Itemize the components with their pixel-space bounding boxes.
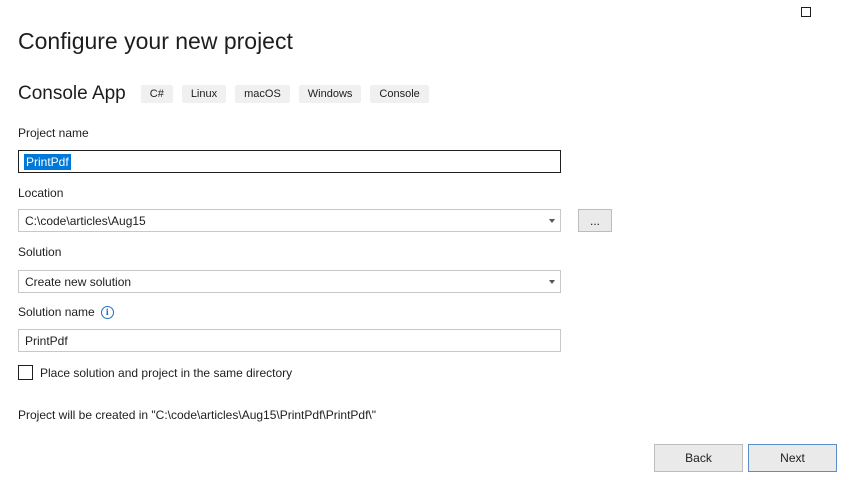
- template-summary: Console App C# Linux macOS Windows Conso…: [18, 82, 438, 106]
- solution-name-value: PrintPdf: [25, 333, 68, 348]
- solution-name-label-row: Solution name i: [18, 305, 114, 319]
- location-label: Location: [18, 186, 64, 200]
- project-path-info: Project will be created in "C:\code\arti…: [18, 408, 377, 422]
- solution-label: Solution: [18, 245, 62, 259]
- info-icon[interactable]: i: [100, 305, 114, 319]
- solution-dropdown[interactable]: Create new solution: [18, 270, 561, 293]
- same-directory-option: Place solution and project in the same d…: [18, 365, 292, 380]
- location-combobox[interactable]: C:\code\articles\Aug15: [18, 209, 561, 232]
- next-button[interactable]: Next: [748, 444, 837, 472]
- back-button[interactable]: Back: [654, 444, 743, 472]
- project-name-value: PrintPdf: [24, 153, 71, 170]
- tag-console: Console: [370, 85, 429, 103]
- tag-macos: macOS: [235, 85, 290, 103]
- solution-name-label: Solution name: [18, 305, 95, 319]
- tag-linux: Linux: [181, 85, 227, 103]
- solution-name-input[interactable]: PrintPdf: [18, 329, 561, 352]
- tag-csharp: C#: [140, 85, 173, 103]
- project-name-label: Project name: [18, 126, 89, 140]
- same-directory-label[interactable]: Place solution and project in the same d…: [40, 366, 292, 380]
- template-name: Console App: [18, 83, 126, 104]
- browse-button[interactable]: ...: [578, 209, 612, 232]
- location-value: C:\code\articles\Aug15: [25, 213, 146, 228]
- maximize-icon: [801, 7, 811, 17]
- tag-windows: Windows: [298, 85, 362, 103]
- same-directory-checkbox[interactable]: [18, 365, 33, 380]
- chevron-down-icon: [549, 219, 555, 223]
- maximize-button[interactable]: [796, 4, 816, 20]
- solution-value: Create new solution: [25, 274, 132, 289]
- chevron-down-icon: [549, 280, 555, 284]
- project-name-input[interactable]: PrintPdf: [18, 150, 561, 173]
- page-title: Configure your new project: [18, 28, 293, 54]
